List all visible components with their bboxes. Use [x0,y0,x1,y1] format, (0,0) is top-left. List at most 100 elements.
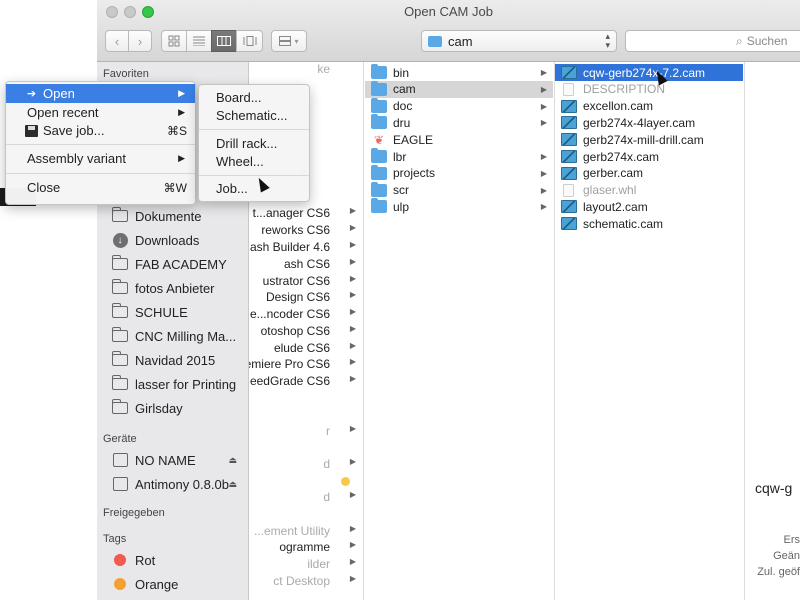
list-item[interactable]: emiere Pro CS6 ▶ [249,357,363,373]
disclosure-arrow-icon: ▶ [349,357,356,366]
sidebar-item-8[interactable]: Girlsday [111,397,247,419]
forward-button[interactable]: › [128,30,152,52]
tag-color-icon-shape [114,578,126,590]
list-item[interactable]: ustrator CS6 ▶ [249,274,363,290]
folder-icon [371,164,387,180]
list-item[interactable]: ash Builder 4.6 ▶ [249,240,363,256]
menu-separator [6,173,195,174]
menu-item-open-recent[interactable]: Open recent ▶ [6,103,195,122]
view-coverflow-button[interactable] [236,30,263,52]
orange-tag-dot-icon [341,477,350,486]
list-item-label: t...anager CS6 [252,206,330,220]
file-item[interactable]: DESCRIPTION [555,81,743,98]
submenu-item-board[interactable]: Board... [216,90,262,105]
list-item[interactable]: ke [249,62,363,78]
sidebar-item-0[interactable]: Dokumente [111,205,247,227]
menu-item-open[interactable]: ➔ Open ▶ [6,84,195,103]
folder-item[interactable]: cam ▶ [365,80,553,98]
disclosure-arrow-icon: ▶ [349,457,356,466]
list-item[interactable]: e...ncoder CS6 ▶ [249,307,363,323]
submenu-arrow-icon: ▶ [178,107,185,117]
list-item[interactable]: Design CS6 ▶ [249,290,363,306]
sidebar-item-5[interactable]: CNC Milling Ma... [111,325,247,347]
list-item[interactable]: reworks CS6 ▶ [249,223,363,239]
back-button[interactable]: ‹ [105,30,129,52]
disk-icon-shape [112,453,128,467]
disclosure-arrow-icon: ▶ [349,240,356,249]
list-item-label: ash Builder 4.6 [249,240,330,254]
shortcut-save: ⌘S [166,123,187,138]
file-item[interactable]: cqw-gerb274x-7.2.cam [555,64,743,81]
menu-item-save-job[interactable]: Save job... ⌘S [6,121,195,140]
folder-item[interactable]: ❦ EAGLE [365,131,553,148]
sidebar-item-4[interactable]: SCHULE [111,301,247,323]
file-item[interactable]: schematic.cam [555,215,743,232]
sidebar-item-6[interactable]: Navidad 2015 [111,349,247,371]
list-item[interactable]: ...ement Utility ▶ [249,524,363,540]
file-item[interactable]: gerb274x-4layer.cam [555,114,743,131]
list-item-label: ct Desktop [273,574,330,588]
file-item[interactable]: glaser.whl [555,182,743,199]
eject-icon[interactable]: ⏏ [228,455,237,466]
sidebar-item-1[interactable]: ↓ Downloads [111,229,247,251]
submenu-item-wheel[interactable]: Wheel... [216,154,264,169]
eject-icon[interactable]: ⏏ [228,479,237,490]
list-item[interactable]: ilder ▶ [249,557,363,573]
list-item[interactable]: elude CS6 ▶ [249,341,363,357]
list-item[interactable]: ct Desktop ▶ [249,574,363,590]
list-item[interactable]: otoshop CS6 ▶ [249,324,363,340]
tag-item-0[interactable]: Rot [111,549,247,571]
list-item-label: emiere Pro CS6 [249,357,330,371]
file-item[interactable]: excellon.cam [555,98,743,115]
folder-icon [111,351,129,368]
file-item[interactable]: gerb274x-mill-drill.cam [555,131,743,148]
menu-item-close[interactable]: Close ⌘W [6,178,195,197]
open-submenu: Board... Schematic... Drill rack... Whee… [198,84,310,202]
sidebar-item-3-label: fotos Anbieter [135,280,215,296]
device-item-0[interactable]: NO NAME ⏏ [111,449,247,471]
path-popup-button[interactable]: cam ▴ ▾ [421,30,617,52]
list-item[interactable]: d ▶ [249,490,363,506]
device-item-1[interactable]: Antimony 0.8.0b ⏏ [111,473,247,495]
submenu-item-drill-rack[interactable]: Drill rack... [216,136,277,151]
list-item[interactable]: eedGrade CS6 ▶ [249,374,363,390]
list-item[interactable]: d ▶ [249,457,363,473]
disclosure-arrow-icon: ▶ [540,202,547,212]
file-item[interactable]: gerber.cam [555,165,743,182]
folder-item[interactable]: bin ▶ [365,64,553,81]
menu-item-assembly-variant[interactable]: Assembly variant ▶ [6,149,195,168]
tag-item-1[interactable]: Orange [111,573,247,595]
arrange-button[interactable]: ▾ [271,30,307,52]
sidebar-item-3[interactable]: fotos Anbieter [111,277,247,299]
cam-file-icon [561,99,577,113]
folder-item[interactable]: doc ▶ [365,97,553,115]
list-item[interactable]: t...anager CS6 ▶ [249,206,363,222]
device-item-0-label: NO NAME [135,452,196,468]
folder-item-label: scr [393,183,409,198]
tag-color-icon [111,576,129,592]
menu-item-open-label: Open [43,86,75,101]
submenu-item-job[interactable]: Job... [216,181,248,196]
file-item[interactable]: gerb274x.cam [555,148,743,165]
submenu-item-schematic[interactable]: Schematic... [216,108,288,123]
file-item[interactable]: layout2.cam [555,198,743,215]
list-item-label: Design CS6 [265,290,330,304]
list-item[interactable]: ash CS6 ▶ [249,257,363,273]
folder-item[interactable]: ulp ▶ [365,198,553,215]
list-item[interactable]: r ▶ [249,424,363,440]
search-input[interactable]: ⌕ Suchen [625,30,800,52]
folder-item[interactable]: dru ▶ [365,114,553,131]
folder-item[interactable]: projects ▶ [365,164,553,182]
folder-item[interactable]: lbr ▶ [365,148,553,165]
folder-item[interactable]: scr ▶ [365,181,553,199]
list-item-label: reworks CS6 [261,223,330,237]
view-icons-button[interactable] [161,30,187,52]
view-list-button[interactable] [186,30,212,52]
sidebar-item-7[interactable]: lasser for Printing [111,373,247,395]
list-item[interactable]: ogramme ▶ [249,540,363,556]
sidebar-item-4-label: SCHULE [135,304,188,320]
sidebar-item-2[interactable]: FAB ACADEMY [111,253,247,275]
list-item-label: eedGrade CS6 [249,374,330,388]
folder-item-label: projects [393,166,436,181]
view-columns-button[interactable] [211,30,237,52]
